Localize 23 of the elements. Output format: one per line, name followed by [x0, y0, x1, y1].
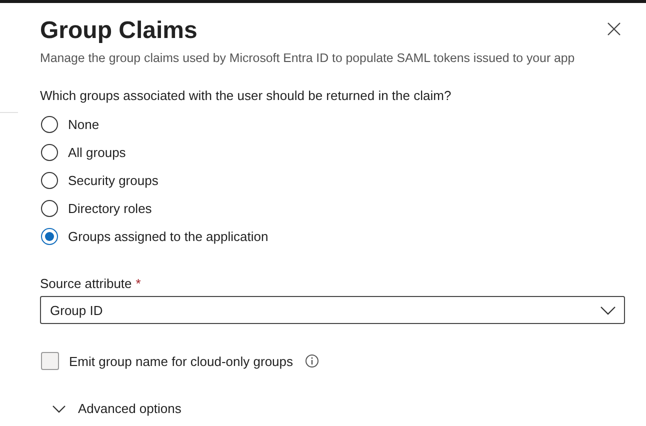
radio-button[interactable]: [41, 228, 58, 244]
radio-label: Groups assigned to the application: [68, 228, 268, 244]
advanced-options-toggle[interactable]: Advanced options: [52, 401, 625, 416]
source-attribute-dropdown[interactable]: Group ID: [40, 296, 625, 324]
radio-button[interactable]: [41, 172, 58, 188]
radio-label: Directory roles: [68, 200, 152, 216]
chevron-icon: [52, 404, 66, 412]
question-text: Which groups associated with the user should be returned in the claim?: [40, 88, 452, 103]
required-mark: *: [136, 276, 141, 291]
panel-title: Group Claims: [40, 16, 198, 46]
radio-label: None: [68, 116, 100, 132]
close-icon[interactable]: [607, 22, 621, 36]
panel-subtitle: Manage the group claims used by Microsoft Entra ID to populate SAML tokens issued to your app: [40, 51, 576, 65]
checkbox-label: Emit group name for cloud-only groups: [69, 354, 294, 368]
chevron-down-icon: [600, 306, 616, 314]
radio-button[interactable]: [41, 200, 58, 216]
radio-button[interactable]: [41, 116, 58, 132]
field-label: Source attribute: [40, 276, 132, 291]
radio-button[interactable]: [41, 144, 58, 160]
info-icon[interactable]: [305, 354, 320, 368]
checkbox[interactable]: [41, 352, 59, 370]
radio-label: Security groups: [68, 172, 158, 188]
radio-label: All groups: [68, 144, 126, 160]
